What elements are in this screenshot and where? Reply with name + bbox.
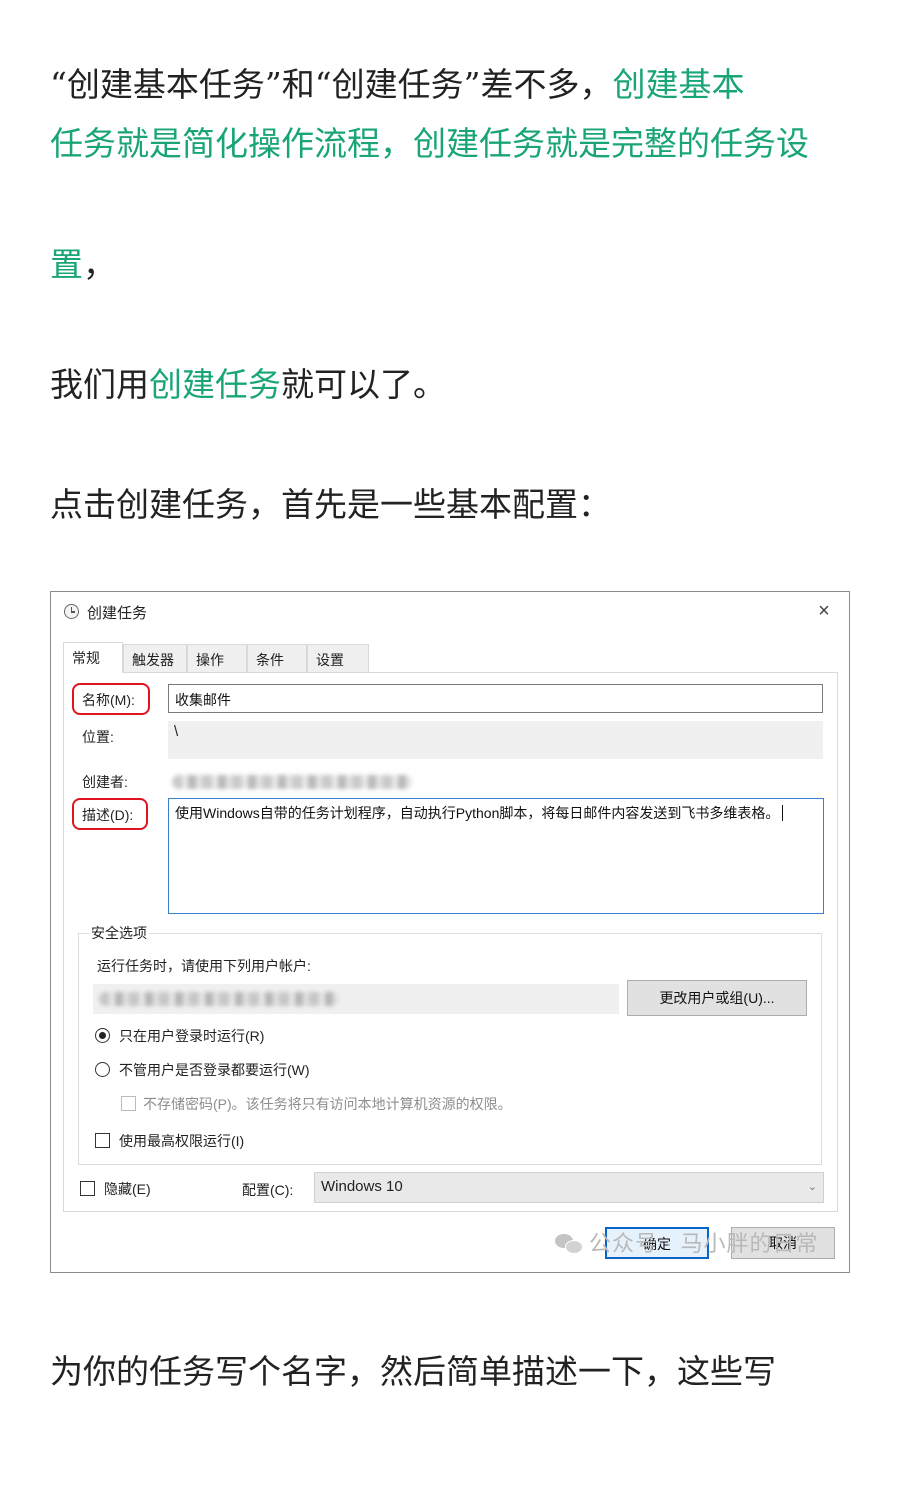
tab-conditions[interactable]: 条件	[247, 644, 307, 672]
description-label: 描述(D):	[82, 807, 134, 823]
text-caret	[782, 805, 784, 821]
highest-privileges-label: 使用最高权限运行(I)	[119, 1133, 245, 1149]
clock-icon	[64, 604, 79, 619]
highest-privileges-checkbox[interactable]	[95, 1133, 110, 1148]
name-label: 名称(M):	[82, 692, 135, 708]
paragraph-text: “创建基本任务”和“创建任务”差不多，	[50, 65, 613, 104]
paragraph-2: 我们用创建任务就可以了。	[50, 358, 850, 406]
no-password-checkbox[interactable]	[121, 1096, 136, 1111]
paragraph-text: 我们用	[50, 365, 149, 404]
security-options-title: 安全选项	[89, 923, 149, 943]
config-selected-value: Windows 10	[321, 1178, 403, 1195]
tab-actions[interactable]: 操作	[187, 644, 247, 672]
highlight-text: 创建基本	[612, 65, 745, 104]
tab-general[interactable]: 常规	[63, 642, 123, 673]
run-whether-logged-label: 不管用户是否登录都要运行(W)	[119, 1062, 310, 1078]
location-value: \	[168, 721, 823, 759]
description-text: 使用Windows自带的任务计划程序，自动执行Python脚本，将每日邮件内容发…	[175, 805, 780, 821]
highlight-text: 创建任务	[149, 365, 281, 404]
user-account-blurred	[99, 992, 339, 1006]
run-as-text: 运行任务时，请使用下列用户帐户:	[97, 958, 311, 974]
author-label: 创建者:	[82, 774, 128, 790]
config-select[interactable]: Windows 10 ⌄	[314, 1172, 824, 1203]
general-panel: 名称(M): 收集邮件 位置: \ 创建者: 描述(D): 使用Windows自…	[63, 672, 838, 1212]
security-options-group: 安全选项 运行任务时，请使用下列用户帐户: 更改用户或组(U)... 只在用户登…	[78, 923, 822, 1165]
paragraph-1-line-3: 置，	[50, 238, 850, 286]
description-textarea[interactable]: 使用Windows自带的任务计划程序，自动执行Python脚本，将每日邮件内容发…	[168, 798, 824, 914]
paragraph-3: 点击创建任务，首先是一些基本配置：	[50, 485, 611, 524]
dialog-titlebar: 创建任务 ×	[51, 592, 849, 630]
create-task-dialog: 创建任务 × 常规 触发器 操作 条件 设置 名称(M): 收集邮件 位置: \…	[50, 591, 850, 1273]
tab-triggers[interactable]: 触发器	[123, 644, 187, 672]
name-input[interactable]: 收集邮件	[168, 684, 823, 713]
tab-settings[interactable]: 设置	[307, 644, 369, 672]
hidden-label: 隐藏(E)	[104, 1181, 151, 1197]
run-logged-on-radio[interactable]	[95, 1028, 110, 1043]
paragraph-4: 为你的任务写个名字，然后简单描述一下，这些写	[50, 1352, 776, 1391]
paragraph-1-line-1: “创建基本任务”和“创建任务”差不多，创建基本	[50, 58, 850, 106]
change-user-button[interactable]: 更改用户或组(U)...	[627, 980, 807, 1016]
hidden-checkbox[interactable]	[80, 1181, 95, 1196]
location-label: 位置:	[82, 729, 114, 745]
author-value-blurred	[172, 775, 412, 789]
ok-button[interactable]: 确定	[605, 1227, 709, 1259]
run-whether-logged-radio[interactable]	[95, 1062, 110, 1077]
chevron-down-icon: ⌄	[807, 1181, 817, 1193]
no-password-label: 不存储密码(P)。该任务将只有访问本地计算机资源的权限。	[143, 1096, 512, 1112]
paragraph-1-line-2: 任务就是简化操作流程，创建任务就是完整的任务设	[50, 124, 809, 163]
cancel-button[interactable]: 取消	[731, 1227, 835, 1259]
paragraph-text: 就可以了。	[281, 365, 446, 404]
close-button[interactable]: ×	[811, 598, 837, 624]
run-logged-on-label: 只在用户登录时运行(R)	[119, 1028, 265, 1044]
config-label: 配置(C):	[242, 1182, 294, 1198]
highlight-text: 置	[50, 245, 83, 284]
dialog-title: 创建任务	[87, 605, 148, 622]
paragraph-text: ，	[83, 245, 116, 284]
